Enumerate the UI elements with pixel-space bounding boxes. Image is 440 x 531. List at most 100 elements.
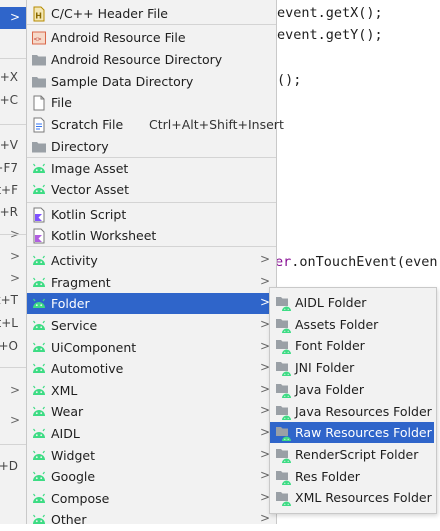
submenu-item-res-folder[interactable]: Res Folder — [270, 466, 434, 487]
submenu-item-raw-resources-folder[interactable]: Raw Resources Folder — [270, 422, 434, 444]
chevron-right-icon: > — [9, 413, 20, 427]
menu-item-automotive[interactable]: Automotive > — [27, 358, 276, 379]
submenu-item-label: AIDL Folder — [295, 295, 367, 310]
android-folder-icon — [275, 360, 291, 377]
menu-item-widget[interactable]: Widget > — [27, 445, 276, 466]
menu-item-aidl[interactable]: AIDL > — [27, 423, 276, 444]
folder-icon — [31, 74, 47, 90]
menu-item-image-asset[interactable]: Image Asset — [27, 158, 276, 179]
menu-item-xml[interactable]: XML > — [27, 380, 276, 401]
parent-menu-item[interactable]: +F7 — [0, 158, 26, 180]
code-line-rest: .onTouchEvent(even — [291, 254, 438, 270]
menu-item-wear[interactable]: Wear > — [27, 401, 276, 422]
android-folder-icon — [275, 490, 291, 507]
menu-item-vector-asset[interactable]: Vector Asset — [27, 179, 276, 200]
parent-menu-item[interactable]: > — [0, 224, 26, 246]
submenu-item-aidl-folder[interactable]: AIDL Folder — [270, 292, 434, 313]
menu-item-file[interactable]: File — [27, 92, 276, 113]
menu-item-label: Image Asset — [51, 161, 129, 176]
parent-menu-item[interactable]: t+T — [0, 290, 26, 312]
menu-item-android-resource-file[interactable]: <> Android Resource File — [27, 27, 276, 48]
folder-icon — [31, 52, 47, 68]
menu-item-c-c-header-file[interactable]: H C/C++ Header File — [27, 3, 276, 24]
menu-item-label: Google — [51, 469, 96, 484]
android-folder-icon — [275, 295, 291, 311]
android-folder-icon — [275, 404, 291, 420]
menu-item-service[interactable]: Service > — [27, 315, 276, 336]
menu-item-directory[interactable]: Directory — [27, 136, 276, 157]
shortcut-text: +R — [0, 205, 18, 219]
shortcut-text: +C — [0, 93, 18, 107]
menu-item-label: XML — [51, 383, 78, 398]
submenu-item-java-folder[interactable]: Java Folder — [270, 379, 434, 400]
menu-separator — [27, 24, 276, 25]
menu-item-uicomponent[interactable]: UiComponent > — [27, 337, 276, 358]
parent-menu-item[interactable]: +D — [0, 456, 26, 478]
parent-menu-item[interactable]: +V — [0, 135, 26, 157]
menu-item-label: Directory — [51, 139, 109, 154]
submenu-item-java-resources-folder[interactable]: Java Resources Folder — [270, 401, 434, 422]
code-line: event.getY(); — [277, 27, 383, 43]
menu-item-compose[interactable]: Compose > — [27, 488, 276, 509]
menu-item-other[interactable]: Other > — [27, 509, 276, 530]
parent-menu-item[interactable]: > — [0, 380, 26, 402]
parent-menu-item[interactable]: +X — [0, 67, 26, 89]
code-line: event.getX(); — [277, 5, 383, 21]
android-icon — [31, 491, 47, 507]
submenu-item-renderscript-folder[interactable]: RenderScript Folder — [270, 444, 434, 465]
chevron-right-icon: > — [9, 249, 20, 263]
submenu-item-assets-folder[interactable]: Assets Folder — [270, 314, 434, 335]
android-folder-icon — [275, 382, 291, 398]
menu-item-android-resource-directory[interactable]: Android Resource Directory — [27, 49, 276, 70]
menu-item-label: Fragment — [51, 275, 111, 290]
menu-item-google[interactable]: Google > — [27, 466, 276, 487]
menu-item-label: Folder — [51, 296, 90, 311]
parent-menu-item[interactable]: t+L — [0, 313, 26, 335]
menu-item-kotlin-worksheet[interactable]: Kotlin Worksheet — [27, 225, 276, 246]
android-icon — [31, 404, 47, 420]
parent-menu-item[interactable]: > — [0, 410, 26, 432]
menu-item-activity[interactable]: Activity > — [27, 250, 276, 271]
android-icon — [31, 383, 47, 399]
android-resource-file-icon: <> — [31, 30, 47, 46]
shortcut-text: t+T — [0, 293, 18, 307]
menu-item-label: Vector Asset — [51, 182, 129, 197]
menu-separator — [0, 58, 26, 59]
parent-menu-item[interactable] — [0, 112, 26, 134]
android-icon — [31, 512, 47, 528]
android-icon — [31, 182, 47, 198]
code-line: er.onTouchEvent(even — [275, 254, 438, 270]
menu-item-scratch-file[interactable]: Scratch File Ctrl+Alt+Shift+Insert — [27, 114, 284, 135]
submenu-item-xml-resources-folder[interactable]: XML Resources Folder — [270, 487, 434, 508]
parent-menu-item[interactable]: > — [0, 268, 26, 290]
chevron-right-icon: > — [259, 252, 270, 266]
submenu-item-label: Font Folder — [295, 338, 365, 354]
parent-menu-item[interactable]: > — [0, 7, 26, 29]
menu-item-kotlin-script[interactable]: Kotlin Script — [27, 204, 276, 225]
menu-item-folder[interactable]: Folder > — [27, 293, 276, 314]
submenu-item-font-folder[interactable]: Font Folder — [270, 335, 434, 356]
kotlin-worksheet-icon — [31, 228, 47, 244]
menu-item-sample-data-directory[interactable]: Sample Data Directory — [27, 71, 276, 92]
submenu-item-jni-folder[interactable]: JNI Folder — [270, 357, 434, 378]
svg-text:H: H — [35, 12, 42, 21]
android-folder-icon — [275, 317, 291, 333]
submenu-item-label: JNI Folder — [295, 360, 355, 376]
parent-menu-item[interactable]: +O — [0, 336, 26, 358]
parent-menu-item[interactable]: +C — [0, 90, 26, 112]
menu-item-fragment[interactable]: Fragment > — [27, 272, 276, 293]
submenu-item-label: RenderScript Folder — [295, 446, 419, 462]
android-icon — [31, 253, 47, 269]
code-keyword-fragment: er — [275, 254, 292, 270]
menu-separator — [27, 246, 276, 247]
parent-menu-item[interactable]: t+F — [0, 180, 26, 202]
menu-separator — [0, 367, 26, 368]
code-line: (); — [277, 72, 302, 88]
parent-menu-item[interactable]: +R — [0, 202, 26, 224]
chevron-right-icon: > — [9, 10, 20, 24]
parent-menu-item[interactable]: > — [0, 246, 26, 268]
shortcut-text: Ctrl+Alt+Shift+Insert — [149, 117, 284, 132]
menu-item-label: Widget — [51, 448, 96, 463]
menu-item-label: Activity — [51, 253, 98, 268]
menu-item-label: File — [51, 95, 72, 110]
